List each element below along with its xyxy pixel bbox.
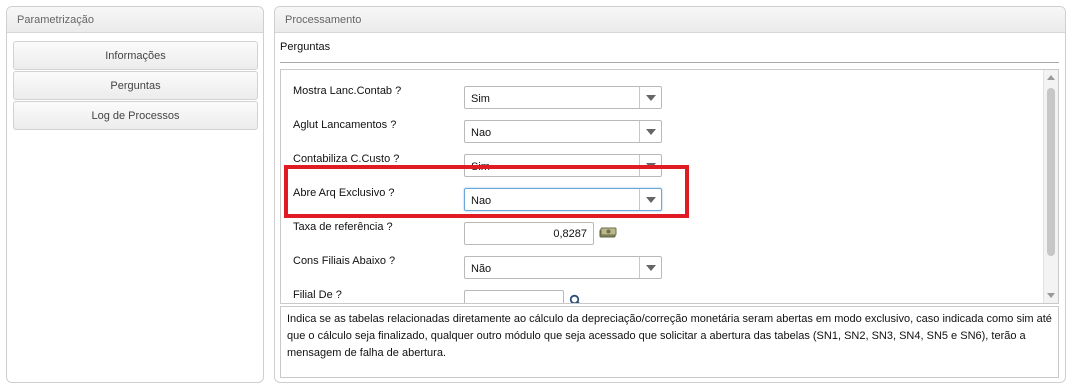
parametrizacao-header: Parametrização [7, 7, 263, 33]
questions-scrollbar[interactable] [1043, 70, 1058, 303]
nav-log-processos-button[interactable]: Log de Processos [13, 101, 258, 130]
question-label-mostra-lanc: Mostra Lanc.Contab ? [293, 85, 402, 97]
taxa-referencia-input[interactable]: 0,8287 [464, 222, 594, 245]
scroll-down-icon[interactable] [1047, 293, 1055, 298]
scroll-up-icon[interactable] [1047, 75, 1055, 80]
question-label-filial-de: Filial De ? [293, 289, 342, 301]
cons-filiais-select[interactable]: Não [464, 256, 662, 279]
magnifier-icon[interactable] [569, 294, 583, 304]
chevron-down-icon[interactable] [639, 257, 661, 278]
aglut-lancamentos-select[interactable]: Nao [464, 120, 662, 143]
nav-perguntas-button[interactable]: Perguntas [13, 71, 258, 100]
help-text: Indica se as tabelas relacionadas direta… [280, 306, 1059, 378]
question-label-contabiliza: Contabiliza C.Custo ? [293, 153, 400, 165]
nav-informacoes-button[interactable]: Informações [13, 41, 258, 70]
question-label-aglut: Aglut Lancamentos ? [293, 119, 397, 131]
scroll-thumb[interactable] [1047, 88, 1055, 256]
parametrizacao-panel: Parametrização Informações Perguntas Log… [6, 6, 264, 383]
filial-de-input[interactable] [464, 290, 564, 303]
perguntas-title: Perguntas [280, 41, 331, 53]
money-icon[interactable] [599, 227, 617, 239]
processamento-header: Processamento [275, 7, 1065, 33]
question-label-cons-filiais: Cons Filiais Abaixo ? [293, 255, 396, 267]
aglut-lancamentos-value: Nao [471, 127, 492, 139]
chevron-down-icon[interactable] [639, 189, 661, 210]
contabiliza-ccusto-select[interactable]: Sim [464, 154, 662, 177]
question-label-taxa: Taxa de referência ? [293, 221, 393, 233]
taxa-referencia-value: 0,8287 [553, 228, 587, 240]
chevron-down-icon[interactable] [639, 121, 661, 142]
cons-filiais-value: Não [471, 263, 492, 275]
chevron-down-icon[interactable] [639, 155, 661, 176]
processamento-panel: Processamento Perguntas Mostra Lanc.Cont… [274, 6, 1066, 383]
abre-arq-exclusivo-value: Nao [471, 195, 492, 207]
chevron-down-icon[interactable] [639, 87, 661, 108]
contabiliza-ccusto-value: Sim [471, 161, 490, 173]
questions-list[interactable]: Mostra Lanc.Contab ? Sim Aglut Lancament… [280, 69, 1059, 304]
mostra-lanc-select[interactable]: Sim [464, 86, 662, 109]
title-divider [280, 62, 1059, 63]
question-label-abre-arq: Abre Arq Exclusivo ? [293, 187, 395, 199]
mostra-lanc-value: Sim [471, 93, 490, 105]
abre-arq-exclusivo-select[interactable]: Nao [464, 188, 662, 211]
